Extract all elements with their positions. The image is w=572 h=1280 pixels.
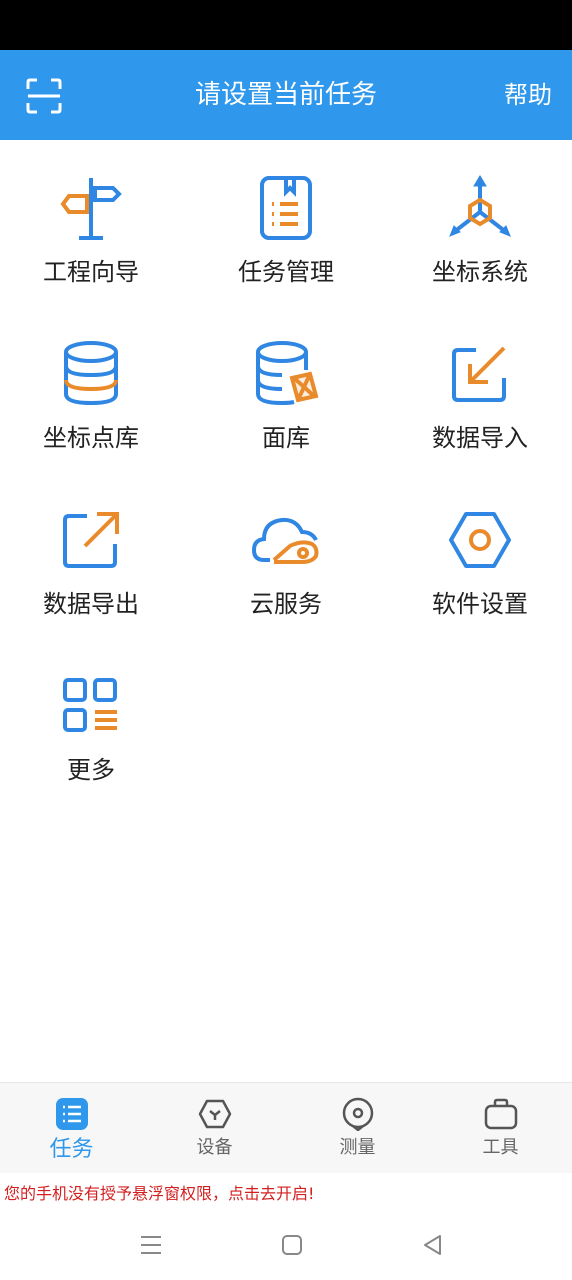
nav-label: 工具 [482,1137,519,1158]
export-icon [63,512,119,568]
measure-pin-icon [342,1097,373,1131]
tile-label: 坐标点库 [43,424,139,452]
nav-tab-measure[interactable]: 测量 [286,1083,429,1173]
menu-icon[interactable] [138,1232,164,1258]
tile-software-settings[interactable]: 软件设置 [385,472,572,622]
tile-more[interactable]: 更多 [0,638,186,788]
coordinate-axes-icon [449,175,511,237]
tile-surface-library[interactable]: 面库 [191,306,381,456]
tile-label: 更多 [67,756,115,784]
cloud-icon [252,517,319,564]
page-title[interactable]: 请设置当前任务 [0,50,572,140]
nav-label: 测量 [339,1137,376,1158]
tile-label: 数据导出 [43,590,139,618]
settings-hex-icon [449,512,511,568]
tile-coordinate-system[interactable]: 坐标系统 [385,140,572,290]
database-surface-icon [256,341,319,406]
nav-label: 任务 [49,1137,94,1162]
home-icon[interactable] [279,1232,305,1258]
nav-tab-tools[interactable]: 工具 [429,1083,572,1173]
app-header: 请设置当前任务 帮助 [0,50,572,140]
database-icon [64,341,118,406]
nav-tab-task[interactable]: 任务 [0,1083,143,1173]
import-icon [452,346,506,402]
tile-label: 面库 [262,424,310,452]
status-bar [0,0,572,50]
task-list-icon [55,1098,88,1130]
tile-label: 云服务 [250,590,322,618]
tile-label: 数据导入 [432,424,528,452]
signpost-icon [60,178,122,240]
bottom-navigation: 任务 设备 测量 工具 [0,1082,572,1173]
tile-label: 任务管理 [238,258,334,286]
nav-tab-device[interactable]: 设备 [143,1083,286,1173]
tile-data-import[interactable]: 数据导入 [385,306,572,456]
device-icon [198,1099,231,1129]
task-document-icon [260,176,312,240]
tile-label: 软件设置 [432,590,528,618]
tile-data-export[interactable]: 数据导出 [0,472,186,622]
tile-project-wizard[interactable]: 工程向导 [0,140,186,290]
tile-task-management[interactable]: 任务管理 [191,140,381,290]
system-navigation-bar [0,1210,572,1280]
tile-point-library[interactable]: 坐标点库 [0,306,186,456]
help-button[interactable]: 帮助 [504,50,552,140]
more-grid-icon [63,678,117,732]
tile-label: 坐标系统 [432,258,528,286]
tile-cloud-service[interactable]: 云服务 [191,472,381,622]
toolbox-icon [484,1098,517,1130]
tile-label: 工程向导 [43,258,139,286]
nav-label: 设备 [196,1137,233,1158]
overlay-permission-warning[interactable]: 您的手机没有授予悬浮窗权限，点击去开启! [4,1180,314,1204]
back-icon[interactable] [420,1232,446,1258]
